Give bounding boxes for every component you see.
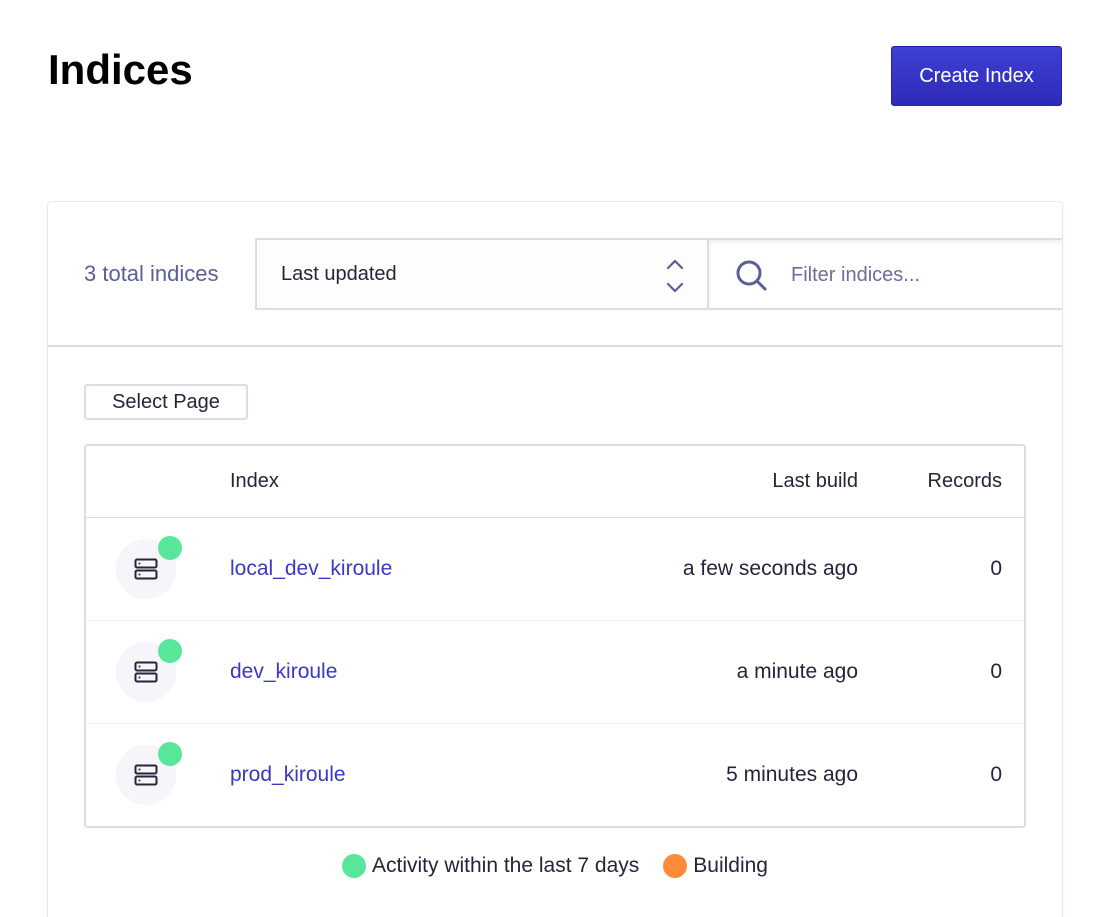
column-header-last-build[interactable]: Last build bbox=[772, 470, 858, 493]
status-indicator-active bbox=[158, 742, 182, 766]
legend-item-building: Building bbox=[663, 854, 768, 878]
table-header: Index Last build Records bbox=[86, 446, 1024, 518]
filter-indices-input[interactable] bbox=[791, 256, 1051, 294]
server-icon bbox=[134, 661, 158, 683]
table-row[interactable]: prod_kiroule 5 minutes ago 0 bbox=[86, 724, 1024, 826]
create-index-button[interactable]: Create Index bbox=[891, 46, 1062, 106]
select-page-button[interactable]: Select Page bbox=[84, 384, 248, 420]
legend-label-active: Activity within the last 7 days bbox=[371, 854, 640, 877]
page-title: Indices bbox=[48, 46, 193, 93]
last-build-time: a minute ago bbox=[736, 660, 858, 683]
toolbar: 3 total indices Last updated bbox=[48, 202, 1062, 347]
indices-table: Index Last build Records local_dev_kirou… bbox=[84, 444, 1026, 828]
column-header-index[interactable]: Index bbox=[230, 470, 279, 493]
last-build-time: a few seconds ago bbox=[682, 557, 858, 580]
records-count: 0 bbox=[990, 763, 1002, 786]
table-row[interactable]: local_dev_kiroule a few seconds ago 0 bbox=[86, 518, 1024, 621]
table-row[interactable]: dev_kiroule a minute ago 0 bbox=[86, 621, 1024, 724]
legend-label-building: Building bbox=[693, 854, 768, 877]
status-indicator-active bbox=[158, 639, 182, 663]
status-indicator-active bbox=[158, 536, 182, 560]
records-count: 0 bbox=[990, 660, 1002, 683]
total-indices-count: 3 total indices bbox=[84, 261, 219, 286]
column-header-records[interactable]: Records bbox=[928, 470, 1002, 493]
server-icon bbox=[134, 764, 158, 786]
sort-select[interactable]: Last updated bbox=[255, 238, 709, 310]
chevron-up-down-icon bbox=[666, 259, 684, 293]
index-name-link[interactable]: dev_kiroule bbox=[230, 660, 337, 684]
legend-dot-building bbox=[663, 854, 688, 878]
records-count: 0 bbox=[990, 557, 1002, 580]
legend-dot-active bbox=[341, 854, 366, 878]
legend-item-active: Activity within the last 7 days bbox=[341, 854, 640, 878]
status-legend: Activity within the last 7 days Building bbox=[48, 854, 1062, 878]
search-box bbox=[707, 238, 1062, 310]
indices-card: 3 total indices Last updated Select Page… bbox=[48, 202, 1062, 917]
last-build-time: 5 minutes ago bbox=[726, 763, 858, 786]
sort-select-value: Last updated bbox=[281, 262, 397, 285]
server-icon bbox=[134, 558, 158, 580]
index-name-link[interactable]: local_dev_kiroule bbox=[230, 557, 392, 581]
search-icon bbox=[736, 260, 767, 291]
index-name-link[interactable]: prod_kiroule bbox=[230, 763, 346, 787]
